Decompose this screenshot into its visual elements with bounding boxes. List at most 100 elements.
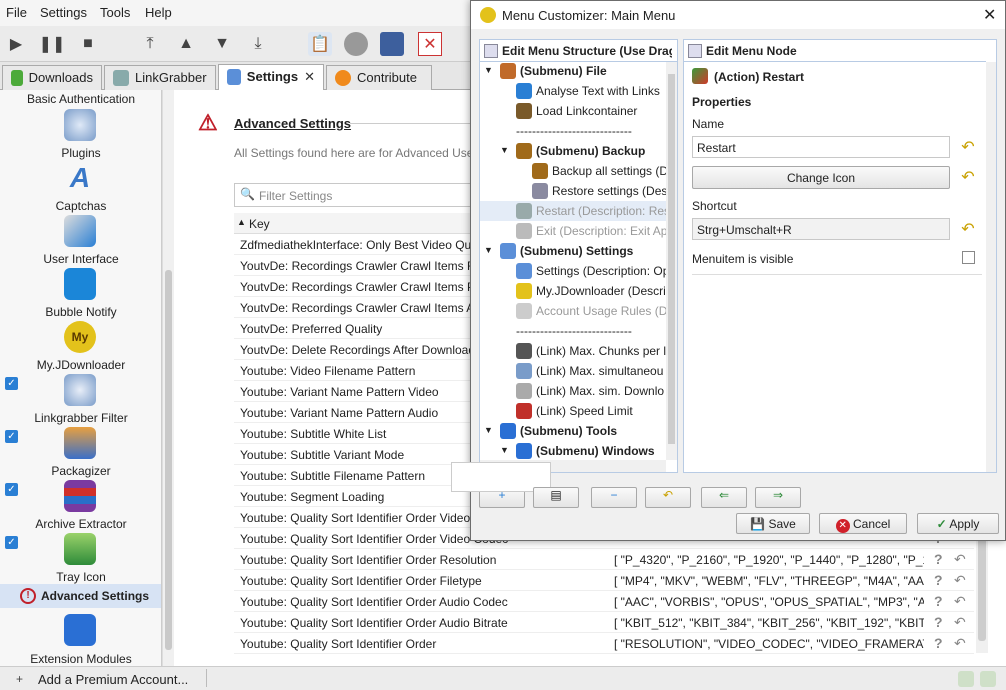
- close-tab-icon[interactable]: ✕: [304, 69, 315, 91]
- sidebar-item-myjdownloader[interactable]: My My.JDownloader: [0, 321, 161, 376]
- shortcut-field[interactable]: Strg+Umschalt+R: [692, 218, 950, 240]
- visible-checkbox[interactable]: [962, 251, 975, 264]
- help-icon[interactable]: ?: [934, 593, 943, 609]
- tree-item[interactable]: My.JDownloader (Descri: [480, 281, 666, 301]
- start-icon[interactable]: ▶: [4, 32, 28, 56]
- menu-tools[interactable]: Tools: [100, 5, 130, 20]
- reset-icon-icon[interactable]: ↶: [958, 167, 978, 187]
- apply-button[interactable]: ✓ Apply: [917, 513, 999, 534]
- reset-shortcut-icon[interactable]: ↶: [958, 219, 978, 239]
- shutdown-icon[interactable]: ✕: [418, 32, 442, 56]
- add-premium-account-link[interactable]: Add a Premium Account...: [38, 672, 188, 687]
- help-icon[interactable]: ?: [934, 614, 943, 630]
- remove-item-button[interactable]: −: [591, 487, 637, 508]
- tree-item[interactable]: Analyse Text with Links: [480, 81, 666, 101]
- table-row[interactable]: Youtube: Quality Sort Identifier Order A…: [234, 612, 974, 633]
- node-scrollbar[interactable]: [986, 62, 996, 472]
- sidebar-item-archive-extractor[interactable]: Archive Extractor: [0, 480, 161, 535]
- menu-file[interactable]: File: [6, 5, 27, 20]
- sidebar-item-tray-icon[interactable]: Tray Icon: [0, 533, 161, 588]
- tree-item[interactable]: Backup all settings (D: [480, 161, 666, 181]
- row-value[interactable]: [ "RESOLUTION", "VIDEO_CODEC", "VIDEO_FR…: [614, 637, 924, 651]
- clipboard-icon[interactable]: 📋: [308, 32, 332, 56]
- expand-icon[interactable]: ▼: [484, 65, 493, 75]
- pause-icon[interactable]: ❚❚: [39, 32, 66, 56]
- tab-linkgrabber[interactable]: LinkGrabber: [104, 65, 216, 90]
- row-value[interactable]: [ "KBIT_512", "KBIT_384", "KBIT_256", "K…: [614, 616, 924, 630]
- premium-lock-icon[interactable]: [380, 32, 404, 56]
- tree-item[interactable]: Settings (Description: Op: [480, 261, 666, 281]
- menu-settings[interactable]: Settings: [40, 5, 87, 20]
- expand-icon[interactable]: ▼: [500, 445, 509, 455]
- tab-settings[interactable]: Settings ✕: [218, 64, 324, 91]
- sidebar-item-advanced-settings[interactable]: ! Advanced Settings: [0, 584, 161, 608]
- tray-status-icon[interactable]: [980, 671, 996, 687]
- reset-default-icon[interactable]: ↶: [954, 614, 966, 631]
- change-icon-button[interactable]: Change Icon: [692, 166, 950, 189]
- sidebar-scroll-thumb[interactable]: [165, 270, 172, 650]
- import-button[interactable]: ⇐: [701, 487, 747, 508]
- reset-default-icon[interactable]: ↶: [954, 635, 966, 652]
- reset-default-icon[interactable]: ↶: [954, 551, 966, 568]
- reset-name-icon[interactable]: ↶: [958, 137, 978, 157]
- export-button[interactable]: ⇒: [755, 487, 801, 508]
- sidebar-item-user-interface[interactable]: User Interface: [0, 215, 161, 270]
- tree-item[interactable]: ▼ (Submenu) Tools: [480, 421, 666, 441]
- tree-item[interactable]: Exit (Description: Exit Ap: [480, 221, 666, 241]
- add-separator-button[interactable]: ▤: [533, 487, 579, 508]
- tree-item[interactable]: ▼ (Submenu) File: [480, 61, 666, 81]
- tree-item[interactable]: Restart (Description: Rest: [480, 201, 666, 221]
- reset-default-icon[interactable]: ↶: [954, 593, 966, 610]
- table-row[interactable]: Youtube: Quality Sort Identifier Order A…: [234, 591, 974, 612]
- sidebar-scrollbar[interactable]: [162, 90, 174, 666]
- help-icon[interactable]: ?: [934, 572, 943, 588]
- row-value[interactable]: [ "P_4320", "P_2160", "P_1920", "P_1440"…: [614, 553, 924, 567]
- stop-icon[interactable]: ■: [76, 32, 100, 56]
- move-top-icon[interactable]: ⤒: [138, 32, 162, 56]
- sidebar-item-extension-modules[interactable]: Extension Modules: [0, 614, 161, 666]
- save-button[interactable]: 💾 Save: [736, 513, 810, 534]
- tree-item[interactable]: (Link) Max. sim. Downlo: [480, 381, 666, 401]
- table-row[interactable]: Youtube: Quality Sort Identifier Order R…: [234, 549, 974, 570]
- move-bottom-icon[interactable]: ⤓: [246, 32, 270, 56]
- sidebar-item-captchas[interactable]: A Captchas: [0, 162, 161, 217]
- tree-item[interactable]: Load Linkcontainer: [480, 101, 666, 121]
- help-icon[interactable]: ?: [934, 551, 943, 567]
- cancel-button[interactable]: ✕ Cancel: [819, 513, 907, 534]
- tree-item[interactable]: (Link) Max. simultaneou: [480, 361, 666, 381]
- expand-icon[interactable]: ▼: [500, 145, 509, 155]
- close-icon[interactable]: ✕: [983, 5, 996, 25]
- tree-item[interactable]: -----------------------------: [480, 321, 666, 341]
- name-field[interactable]: Restart: [692, 136, 950, 158]
- tree-item[interactable]: ▼ (Submenu) Backup: [480, 141, 666, 161]
- expand-icon[interactable]: ▼: [484, 245, 493, 255]
- expand-icon[interactable]: ▼: [484, 425, 493, 435]
- tree-item[interactable]: Restore settings (Desc: [480, 181, 666, 201]
- tree-scrollbar[interactable]: [666, 62, 677, 460]
- table-row[interactable]: Youtube: Quality Sort Identifier Order F…: [234, 570, 974, 591]
- move-up-icon[interactable]: ▲: [174, 32, 198, 56]
- reconnect-icon[interactable]: [344, 32, 368, 56]
- move-down-icon[interactable]: ▼: [210, 32, 234, 56]
- tree-item[interactable]: (Link) Max. Chunks per l: [480, 341, 666, 361]
- tab-contribute[interactable]: Contribute: [326, 65, 432, 90]
- row-value[interactable]: [ "MP4", "MKV", "WEBM", "FLV", "THREEGP"…: [614, 574, 924, 588]
- sidebar-item-bubble-notify[interactable]: Bubble Notify: [0, 268, 161, 323]
- table-row[interactable]: Youtube: Quality Sort Identifier Order [ …: [234, 633, 974, 654]
- tree-item[interactable]: ▼ (Submenu) Settings: [480, 241, 666, 261]
- sidebar-item-linkgrabber-filter[interactable]: Linkgrabber Filter: [0, 374, 161, 429]
- row-value[interactable]: [ "AAC", "VORBIS", "OPUS", "OPUS_SPATIAL…: [614, 595, 924, 609]
- help-icon[interactable]: ?: [934, 635, 943, 651]
- reset-default-icon[interactable]: ↶: [954, 572, 966, 589]
- reset-tree-button[interactable]: ↶: [645, 487, 691, 508]
- tree-item[interactable]: -----------------------------: [480, 121, 666, 141]
- sidebar-item-plugins[interactable]: Plugins: [0, 109, 161, 164]
- update-icon[interactable]: [958, 671, 974, 687]
- tree-item[interactable]: (Link) Speed Limit: [480, 401, 666, 421]
- tree-scroll-thumb[interactable]: [668, 74, 675, 444]
- tree-item[interactable]: ▼ (Submenu) Windows: [480, 441, 666, 461]
- sidebar-item-basic-auth[interactable]: Basic Authentication: [0, 92, 161, 106]
- sidebar-item-packagizer[interactable]: Packagizer: [0, 427, 161, 482]
- tree-item[interactable]: Account Usage Rules (De: [480, 301, 666, 321]
- menu-help[interactable]: Help: [145, 5, 172, 20]
